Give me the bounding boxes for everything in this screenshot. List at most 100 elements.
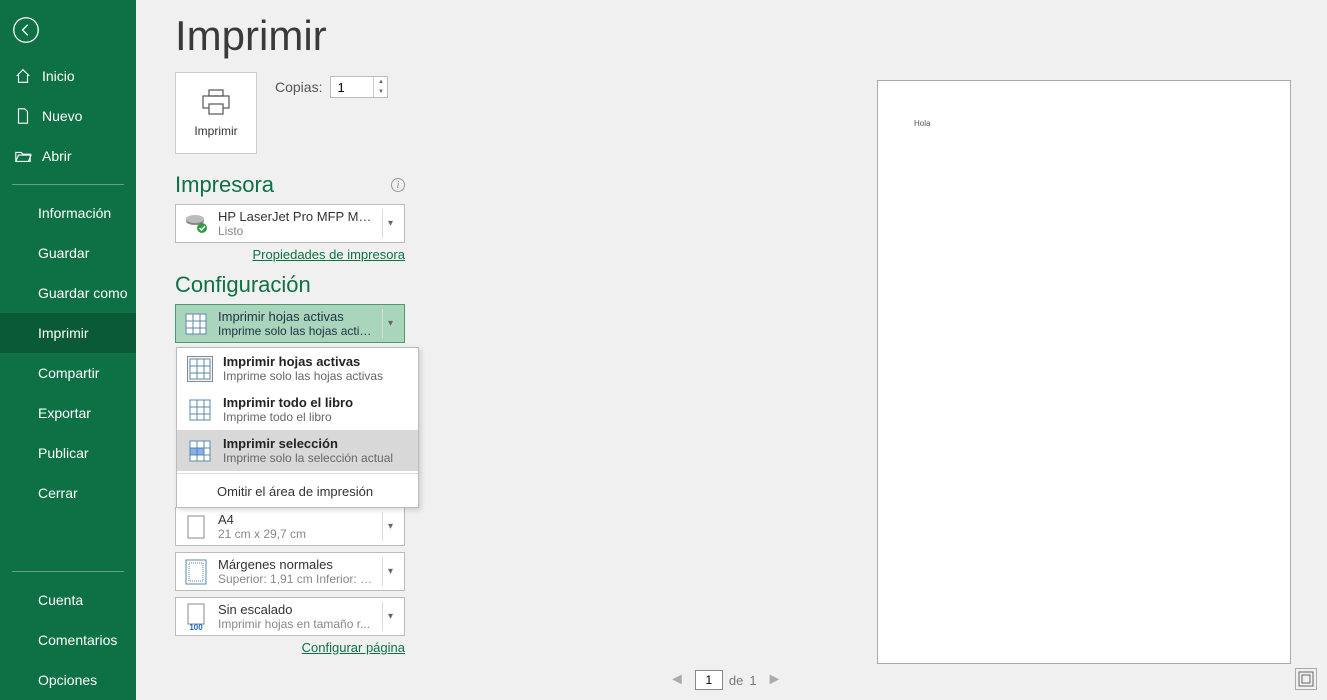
print-button[interactable]: Imprimir [175,72,257,154]
nav-guardar-como[interactable]: Guardar como [0,273,136,313]
printer-status: Listo [218,224,374,238]
show-margins-button[interactable] [1295,668,1317,690]
scale-title: Sin escalado [218,602,374,617]
popup-separator [177,473,418,474]
sheets-icon [182,310,210,338]
opt-sub: Imprime solo la selección actual [223,451,393,465]
option-active-sheets[interactable]: Imprimir hojas activasImprime solo las h… [177,348,418,389]
margins-title: Márgenes normales [218,557,374,572]
paper-title: A4 [218,512,374,527]
nav-label: Información [38,205,111,221]
nav-nuevo[interactable]: Nuevo [0,96,136,136]
home-icon [14,67,32,85]
printer-section-title: Impresora [175,172,274,198]
folder-open-icon [14,147,32,165]
page-total: 1 [749,673,756,688]
printer-info-icon[interactable]: i [391,178,405,192]
page-title: Imprimir [175,12,1327,60]
opt-title: Imprimir selección [223,436,393,451]
sidebar-separator [12,571,124,572]
nav-label: Guardar [38,245,89,261]
backstage-sidebar: Inicio Nuevo Abrir Información Guardar G… [0,0,136,700]
opt-title: Imprimir todo el libro [223,395,353,410]
nav-label: Inicio [42,68,75,84]
copies-input[interactable] [331,77,373,97]
printer-dropdown[interactable]: HP LaserJet Pro MFP M125-... Listo ▾ [175,204,405,243]
nav-label: Nuevo [42,108,82,124]
nav-label: Guardar como [38,285,127,301]
nav-publicar[interactable]: Publicar [0,433,136,473]
nav-imprimir[interactable]: Imprimir [0,313,136,353]
nav-inicio[interactable]: Inicio [0,56,136,96]
print-button-label: Imprimir [194,124,237,138]
margins-icon [182,558,210,586]
print-panel: Imprimir Imprimir Copias: ▲ ▼ Impresora … [175,0,1327,700]
page-setup-link[interactable]: Configurar página [175,640,405,655]
nav-label: Compartir [38,365,99,381]
nav-label: Cuenta [38,592,83,608]
back-button[interactable] [4,8,48,52]
paper-size-dropdown[interactable]: A4 21 cm x 29,7 cm ▾ [175,507,405,546]
copies-down[interactable]: ▼ [374,87,387,97]
nav-label: Imprimir [38,325,89,341]
opt-sub: Imprime solo las hojas activas [223,369,383,383]
workbook-icon [187,397,213,423]
nav-exportar[interactable]: Exportar [0,393,136,433]
nav-guardar[interactable]: Guardar [0,233,136,273]
nav-compartir[interactable]: Compartir [0,353,136,393]
chevron-down-icon: ▾ [382,209,398,238]
margins-toggle-icon [1298,671,1314,687]
print-what-sub: Imprime solo las hojas activas [218,324,374,338]
opt-title: Imprimir hojas activas [223,354,383,369]
print-what-popup: Imprimir hojas activasImprime solo las h… [176,347,419,508]
back-arrow-icon [12,16,40,44]
option-entire-workbook[interactable]: Imprimir todo el libroImprime todo el li… [177,389,418,430]
paper-sub: 21 cm x 29,7 cm [218,527,374,541]
preview-page: Hola [877,80,1291,664]
nav-cuenta[interactable]: Cuenta [0,580,136,620]
svg-text:100: 100 [189,623,203,631]
nav-label: Abrir [42,148,72,164]
nav-abrir[interactable]: Abrir [0,136,136,176]
chevron-down-icon: ▾ [382,512,398,541]
print-what-title: Imprimir hojas activas [218,309,374,324]
printer-properties-link[interactable]: Propiedades de impresora [175,247,405,262]
scaling-dropdown[interactable]: 100 Sin escalado Imprimir hojas en tamañ… [175,597,405,636]
page-number-input[interactable] [695,670,723,690]
next-page-button[interactable]: ► [763,671,787,689]
chevron-down-icon: ▾ [382,602,398,631]
printer-status-icon [182,210,210,238]
copies-up[interactable]: ▲ [374,77,387,87]
nav-label: Publicar [38,445,89,461]
prev-page-button[interactable]: ◄ [665,671,689,689]
copies-label: Copias: [275,79,322,95]
nav-informacion[interactable]: Información [0,193,136,233]
copies-spinner[interactable]: ▲ ▼ [330,76,388,98]
sidebar-separator [12,184,124,185]
option-selection[interactable]: Imprimir selecciónImprime solo la selecc… [177,430,418,471]
nav-cerrar[interactable]: Cerrar [0,473,136,513]
nav-comentarios[interactable]: Comentarios [0,620,136,660]
printer-icon [199,88,233,116]
selection-icon [187,438,213,464]
sheets-icon [187,356,213,382]
nav-label: Opciones [38,672,97,688]
scale-sub: Imprimir hojas en tamaño r... [218,617,374,631]
printer-name: HP LaserJet Pro MFP M125-... [218,209,374,224]
nav-label: Exportar [38,405,91,421]
option-ignore-print-area[interactable]: Omitir el área de impresión [177,476,418,507]
chevron-down-icon: ▾ [382,309,398,338]
print-what-dropdown[interactable]: Imprimir hojas activas Imprime solo las … [175,304,405,343]
margins-dropdown[interactable]: Márgenes normales Superior: 1,91 cm Infe… [175,552,405,591]
margins-sub: Superior: 1,91 cm Inferior: 1,... [218,572,374,586]
chevron-down-icon: ▾ [382,557,398,586]
nav-opciones[interactable]: Opciones [0,660,136,700]
new-file-icon [14,107,32,125]
opt-sub: Imprime todo el libro [223,410,353,424]
page-navigator: ◄ de 1 ► [665,670,786,690]
preview-cell-content: Hola [914,119,930,128]
page-of-label: de [729,673,743,688]
nav-label: Cerrar [38,485,78,501]
print-preview-area: Hola ◄ de 1 ► [665,80,1317,690]
scale-icon: 100 [182,603,210,631]
